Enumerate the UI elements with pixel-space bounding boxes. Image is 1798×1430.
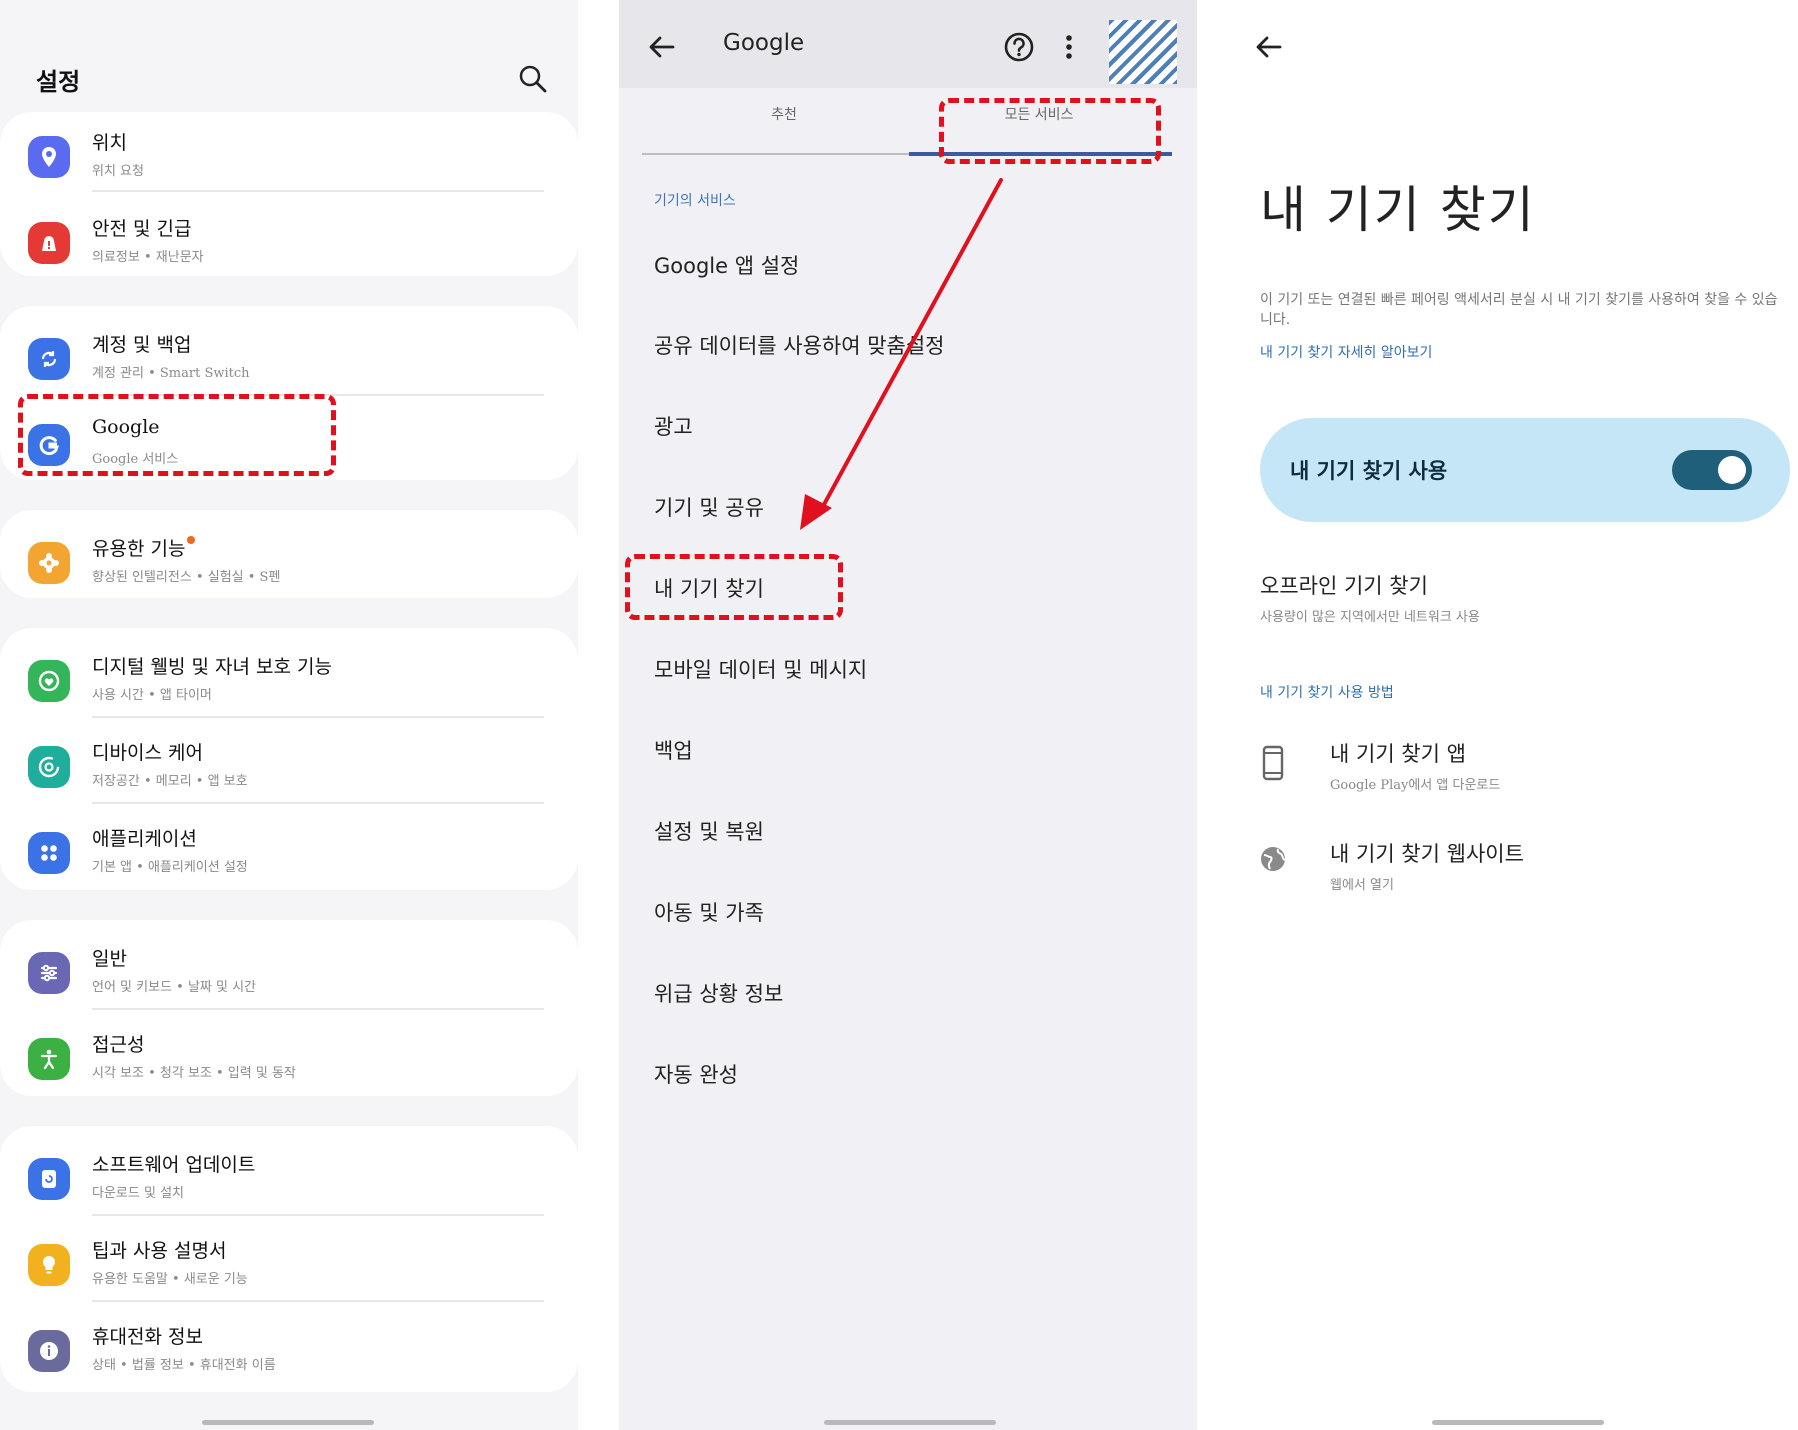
device-care-icon bbox=[28, 746, 70, 788]
page-title: 내 기기 찾기 bbox=[1260, 181, 1536, 239]
settings-item-title: 위치 bbox=[92, 132, 127, 154]
home-bar bbox=[1432, 1420, 1604, 1425]
settings-item-title-text: 유용한 기능 bbox=[92, 538, 186, 560]
settings-item-title: 애플리케이션 bbox=[92, 828, 197, 850]
emergency-icon bbox=[28, 222, 70, 264]
settings-item-tips[interactable]: 팁과 사용 설명서 유용한 도움말 • 새로운 기능 bbox=[0, 1226, 578, 1312]
settings-item-subtitle: 상태 • 법률 정보 • 휴대전화 이름 bbox=[92, 1358, 276, 1373]
find-my-device-screen: 내 기기 찾기 이 기기 또는 연결된 빠른 페어링 액세서리 분실 시 내 기… bbox=[1238, 0, 1798, 1430]
sliders-icon bbox=[28, 952, 70, 994]
settings-item-title: 디바이스 케어 bbox=[92, 742, 203, 764]
settings-item-title: 휴대전화 정보 bbox=[92, 1326, 203, 1348]
service-item[interactable]: 아동 및 가족 bbox=[654, 897, 764, 927]
settings-item-subtitle: 위치 요청 bbox=[92, 164, 144, 179]
find-website-subtitle: 웹에서 열기 bbox=[1330, 878, 1394, 893]
settings-item-title: 안전 및 긴급 bbox=[92, 218, 192, 240]
offline-find-subtitle: 사용량이 많은 지역에서만 네트워크 사용 bbox=[1260, 610, 1480, 625]
settings-item-title: 일반 bbox=[92, 948, 127, 970]
learn-more-link[interactable]: 내 기기 찾기 자세히 알아보기 bbox=[1260, 342, 1432, 362]
service-item[interactable]: 설정 및 복원 bbox=[654, 816, 764, 846]
search-icon[interactable] bbox=[516, 62, 550, 96]
phone-icon bbox=[1258, 744, 1288, 782]
toggle-switch[interactable] bbox=[1672, 450, 1752, 490]
globe-icon bbox=[1258, 844, 1288, 882]
settings-item-device-care[interactable]: 디바이스 케어 저장공간 • 메모리 • 앱 보호 bbox=[0, 728, 578, 814]
description: 이 기기 또는 연결된 빠른 페어링 액세서리 분실 시 내 기기 찾기를 사용… bbox=[1260, 292, 1778, 328]
settings-screen: 설정 위치 위치 요청 안전 및 긴급 의료정보 • 재난문자 계정 및 백업 … bbox=[0, 0, 578, 1430]
settings-item-subtitle: 의료정보 • 재난문자 bbox=[92, 250, 204, 265]
settings-item-subtitle: 다운로드 및 설치 bbox=[92, 1186, 184, 1201]
settings-item-subtitle: 기본 앱 • 애플리케이션 설정 bbox=[92, 860, 248, 875]
find-app-title[interactable]: 내 기기 찾기 앱 bbox=[1330, 738, 1466, 768]
settings-item-title: 접근성 bbox=[92, 1034, 145, 1056]
service-item[interactable]: 백업 bbox=[654, 735, 693, 765]
back-arrow-icon[interactable] bbox=[1252, 30, 1286, 64]
location-pin-icon bbox=[28, 136, 70, 178]
accessibility-icon bbox=[28, 1038, 70, 1080]
settings-item-subtitle: 사용 시간 • 앱 타이머 bbox=[92, 688, 212, 703]
new-badge bbox=[187, 536, 196, 544]
settings-item-title: 디지털 웰빙 및 자녀 보호 기능 bbox=[92, 656, 332, 678]
settings-item-subtitle: 시각 보조 • 청각 보조 • 입력 및 동작 bbox=[92, 1066, 296, 1081]
update-icon bbox=[28, 1158, 70, 1200]
settings-item-safety[interactable]: 안전 및 긴급 의료정보 • 재난문자 bbox=[0, 204, 578, 290]
google-item-highlight bbox=[18, 394, 336, 476]
settings-item-apps[interactable]: 애플리케이션 기본 앱 • 애플리케이션 설정 bbox=[0, 814, 578, 900]
use-find-my-device-toggle-row[interactable]: 내 기기 찾기 사용 bbox=[1260, 418, 1790, 522]
puzzle-icon bbox=[28, 542, 70, 584]
page-title: 설정 bbox=[36, 67, 81, 96]
home-bar bbox=[202, 1420, 374, 1425]
settings-item-title: 소프트웨어 업데이트 bbox=[92, 1154, 256, 1176]
red-arrow-annotation bbox=[800, 178, 1003, 530]
lightbulb-icon bbox=[28, 1244, 70, 1286]
toggle-label: 내 기기 찾기 사용 bbox=[1290, 458, 1448, 483]
settings-item-advanced[interactable]: 유용한 기능 향상된 인텔리전스 • 실험실 • S펜 bbox=[0, 524, 578, 610]
settings-item-general[interactable]: 일반 언어 및 키보드 • 날짜 및 시간 bbox=[0, 934, 578, 1020]
find-website-title[interactable]: 내 기기 찾기 웹사이트 bbox=[1330, 838, 1524, 868]
apps-grid-icon bbox=[28, 832, 70, 874]
settings-item-subtitle: 유용한 도움말 • 새로운 기능 bbox=[92, 1272, 248, 1287]
settings-item-about-phone[interactable]: 휴대전화 정보 상태 • 법률 정보 • 휴대전화 이름 bbox=[0, 1312, 578, 1398]
sync-icon bbox=[28, 338, 70, 380]
settings-item-title: 계정 및 백업 bbox=[92, 334, 192, 356]
find-app-subtitle: Google Play에서 앱 다운로드 bbox=[1330, 778, 1501, 793]
settings-item-subtitle: 언어 및 키보드 • 날짜 및 시간 bbox=[92, 980, 257, 995]
settings-item-subtitle: 향상된 인텔리전스 • 실험실 • S펜 bbox=[92, 570, 281, 585]
service-item[interactable]: 자동 완성 bbox=[654, 1059, 738, 1089]
settings-item-title: 팁과 사용 설명서 bbox=[92, 1240, 227, 1262]
settings-item-subtitle: 저장공간 • 메모리 • 앱 보호 bbox=[92, 774, 248, 789]
settings-item-wellbeing[interactable]: 디지털 웰빙 및 자녀 보호 기능 사용 시간 • 앱 타이머 bbox=[0, 642, 578, 728]
offline-find-title[interactable]: 오프라인 기기 찾기 bbox=[1260, 570, 1428, 600]
home-bar bbox=[824, 1420, 996, 1425]
settings-item-location[interactable]: 위치 위치 요청 bbox=[0, 118, 578, 204]
info-icon bbox=[28, 1330, 70, 1372]
wellbeing-icon bbox=[28, 660, 70, 702]
settings-item-title: 유용한 기능 bbox=[92, 534, 196, 561]
google-services-screen: Google 추천 모든 서비스 기기의 서비스 Google 앱 설정 공유 … bbox=[619, 0, 1197, 1430]
settings-item-accessibility[interactable]: 접근성 시각 보조 • 청각 보조 • 입력 및 동작 bbox=[0, 1020, 578, 1106]
toggle-knob bbox=[1718, 456, 1746, 484]
settings-item-subtitle: 계정 관리 • Smart Switch bbox=[92, 366, 250, 381]
service-item[interactable]: 위급 상황 정보 bbox=[654, 978, 783, 1008]
section-header: 내 기기 찾기 사용 방법 bbox=[1260, 685, 1394, 701]
settings-item-software-update[interactable]: 소프트웨어 업데이트 다운로드 및 설치 bbox=[0, 1140, 578, 1226]
